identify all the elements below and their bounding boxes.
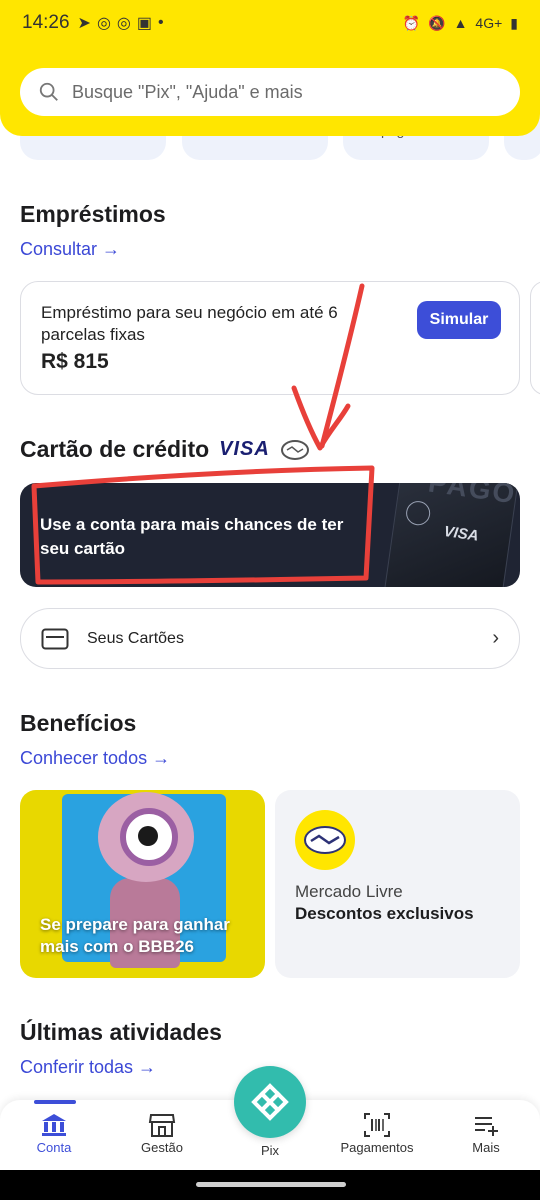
loan-card[interactable]: Empréstimo para seu negócio em até 6 par… xyxy=(20,281,520,395)
mercado-livre-logo xyxy=(295,810,355,870)
credit-card-banner-text: Use a conta para mais chances de ter seu… xyxy=(40,515,344,558)
visa-logo: VISA xyxy=(219,438,270,460)
notification-icons: ➤ ◎ ◎ ▣ • xyxy=(78,13,164,33)
card-handshake-icon xyxy=(404,499,432,527)
pix-button[interactable] xyxy=(234,1066,306,1138)
loans-title: Empréstimos xyxy=(20,201,166,227)
credit-card-title: Cartão de crédito VISA xyxy=(20,436,310,463)
loans-link[interactable]: Consultar → xyxy=(20,239,120,260)
alarm-icon: ⏰ xyxy=(402,14,421,31)
app-header: 14:26 ➤ ◎ ◎ ▣ • ⏰ 🔕 ▲ 4G+ ▮ Busque "Pix"… xyxy=(0,0,540,136)
barcode-scan-icon xyxy=(364,1113,390,1137)
whatsapp-icon: ◎ xyxy=(96,15,111,32)
nav-conta-label: Conta xyxy=(36,1140,72,1155)
benefits-link[interactable]: Conhecer todos → xyxy=(20,748,170,769)
search-placeholder: Busque "Pix", "Ajuda" e mais xyxy=(72,81,303,102)
search-icon xyxy=(39,82,58,101)
nav-mais[interactable]: Mais xyxy=(441,1110,531,1155)
credit-card-icon xyxy=(41,628,69,649)
status-dot: • xyxy=(158,14,164,31)
nav-gestao[interactable]: Gestão xyxy=(117,1110,207,1155)
simulate-button[interactable]: Simular xyxy=(417,301,501,339)
credit-card-banner[interactable]: Use a conta para mais chances de ter seu… xyxy=(20,483,520,587)
handshake-icon xyxy=(280,439,309,460)
credit-card-image: PAGO VISA xyxy=(382,483,520,587)
handshake-icon xyxy=(304,826,346,854)
status-bar: 14:26 ➤ ◎ ◎ ▣ • ⏰ 🔕 ▲ 4G+ ▮ xyxy=(0,0,540,46)
nav-active-indicator xyxy=(34,1100,76,1104)
next-loan-card-edge[interactable] xyxy=(530,281,540,395)
nav-mais-label: Mais xyxy=(472,1140,500,1155)
your-cards-label: Seus Cartões xyxy=(87,629,184,647)
loan-description: Empréstimo para seu negócio em até 6 par… xyxy=(41,303,338,344)
bbb-pupil xyxy=(138,826,158,846)
mute-icon: 🔕 xyxy=(428,14,446,31)
store-icon xyxy=(148,1114,176,1137)
pix-icon xyxy=(251,1083,289,1121)
game-controller-icon: ▣ xyxy=(136,15,153,32)
telegram-icon: ➤ xyxy=(77,15,91,32)
nav-gestao-label: Gestão xyxy=(141,1140,183,1155)
your-cards-row[interactable]: Seus Cartões › xyxy=(20,608,520,669)
system-gesture-bar xyxy=(0,1170,540,1200)
card-visa-logo: VISA xyxy=(442,523,480,545)
mercado-livre-benefit-card[interactable]: Mercado Livre Descontos exclusivos xyxy=(275,790,520,978)
signal-icon: ▲ xyxy=(453,15,468,31)
nav-pagamentos[interactable]: Pagamentos xyxy=(332,1110,422,1155)
system-icons: ⏰ 🔕 ▲ 4G+ ▮ xyxy=(403,15,518,32)
bbb-text: Se prepare para ganhar mais com o BBB26 xyxy=(40,915,230,956)
search-input[interactable]: Busque "Pix", "Ajuda" e mais xyxy=(20,68,520,116)
chevron-right-icon: › xyxy=(492,627,499,649)
bank-icon xyxy=(42,1114,66,1136)
mercado-livre-subtitle: Mercado Livre xyxy=(295,882,403,901)
status-time: 14:26 xyxy=(22,12,70,33)
nav-pix-label: Pix xyxy=(260,1143,280,1158)
card-brand-word: PAGO xyxy=(426,483,519,510)
activities-title: Últimas atividades xyxy=(20,1019,222,1045)
credit-card-title-text: Cartão de crédito xyxy=(20,436,210,462)
menu-plus-icon xyxy=(475,1117,498,1136)
nav-conta[interactable]: Conta xyxy=(9,1110,99,1155)
mercado-livre-title: Descontos exclusivos xyxy=(295,904,474,923)
nav-pagamentos-label: Pagamentos xyxy=(340,1140,414,1155)
battery-icon: ▮ xyxy=(510,14,518,31)
whatsapp-business-icon: ◎ xyxy=(116,15,131,32)
benefits-title: Benefícios xyxy=(20,710,137,736)
activities-link[interactable]: Conferir todas → xyxy=(20,1057,156,1078)
home-gesture-pill[interactable] xyxy=(196,1182,346,1187)
network-type: 4G+ xyxy=(475,15,503,31)
bbb-benefit-card[interactable]: Se prepare para ganhar mais com o BBB26 xyxy=(20,790,265,978)
loan-amount: R$ 815 xyxy=(41,350,109,373)
